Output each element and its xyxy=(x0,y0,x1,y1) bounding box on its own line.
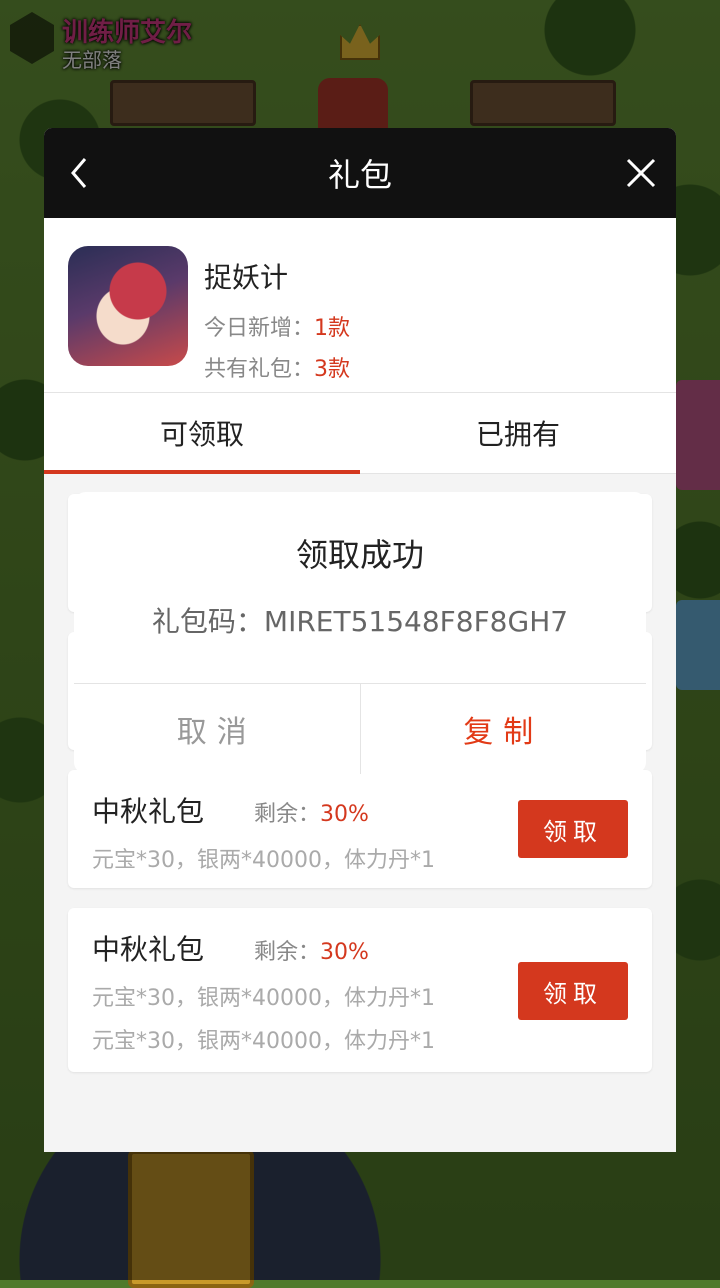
close-icon xyxy=(626,158,656,188)
gift-description: 元宝*30，银两*40000，体力丹*1 xyxy=(92,986,435,1011)
back-button[interactable] xyxy=(44,128,114,218)
panel-title: 礼包 xyxy=(327,156,392,194)
tab-bar: 可领取 已拥有 xyxy=(44,393,676,474)
chevron-left-icon xyxy=(71,158,87,188)
cancel-button[interactable]: 取消 xyxy=(74,684,361,774)
gift-remaining: 剩余：30% xyxy=(254,796,369,828)
total-gifts-stat: 共有礼包：3款 xyxy=(204,351,350,383)
gift-code-row: 礼包码：MIRET51548F8F8GH7 xyxy=(74,600,646,640)
new-today-value: 1款 xyxy=(314,316,351,341)
gift-code-value: MIRET51548F8F8GH7 xyxy=(263,605,569,638)
dialog-actions: 取消 复制 xyxy=(74,683,646,774)
gift-card: 中秋礼包 剩余：30% 元宝*30，银两*40000，体力丹*1 元宝*30，银… xyxy=(68,908,652,1072)
gift-title: 中秋礼包 xyxy=(92,795,205,828)
total-gifts-label: 共有礼包： xyxy=(204,357,315,382)
total-gifts-value: 3款 xyxy=(314,357,351,382)
tab-owned[interactable]: 已拥有 xyxy=(360,393,676,473)
gift-remaining-label: 剩余： xyxy=(254,940,321,965)
tab-claimable[interactable]: 可领取 xyxy=(44,393,360,474)
gift-remaining-label: 剩余： xyxy=(254,802,321,827)
gift-remaining: 剩余：30% xyxy=(254,934,369,966)
success-dialog: 领取成功 礼包码：MIRET51548F8F8GH7 取消 复制 xyxy=(74,492,646,774)
game-name: 捉妖计 xyxy=(204,261,289,294)
claim-button[interactable]: 领取 xyxy=(518,800,628,858)
gift-description: 元宝*30，银两*40000，体力丹*1 xyxy=(92,848,435,873)
game-info: 捉妖计 今日新增：1款 共有礼包：3款 xyxy=(44,218,676,393)
copy-button[interactable]: 复制 xyxy=(361,684,647,774)
gift-remaining-value: 30% xyxy=(320,940,369,965)
new-today-label: 今日新增： xyxy=(204,316,315,341)
gift-title: 中秋礼包 xyxy=(92,933,205,966)
gift-code-label: 礼包码： xyxy=(151,605,264,638)
panel-header: 礼包 xyxy=(44,128,676,218)
gift-remaining-value: 30% xyxy=(320,802,369,827)
claim-button[interactable]: 领取 xyxy=(518,962,628,1020)
gift-card: 中秋礼包 剩余：30% 元宝*30，银两*40000，体力丹*1 领取 xyxy=(68,770,652,888)
gift-description: 元宝*30，银两*40000，体力丹*1 xyxy=(92,1029,435,1054)
dialog-title: 领取成功 xyxy=(295,536,424,574)
game-icon xyxy=(68,246,188,366)
new-today-stat: 今日新增：1款 xyxy=(204,310,350,342)
close-button[interactable] xyxy=(606,128,676,218)
